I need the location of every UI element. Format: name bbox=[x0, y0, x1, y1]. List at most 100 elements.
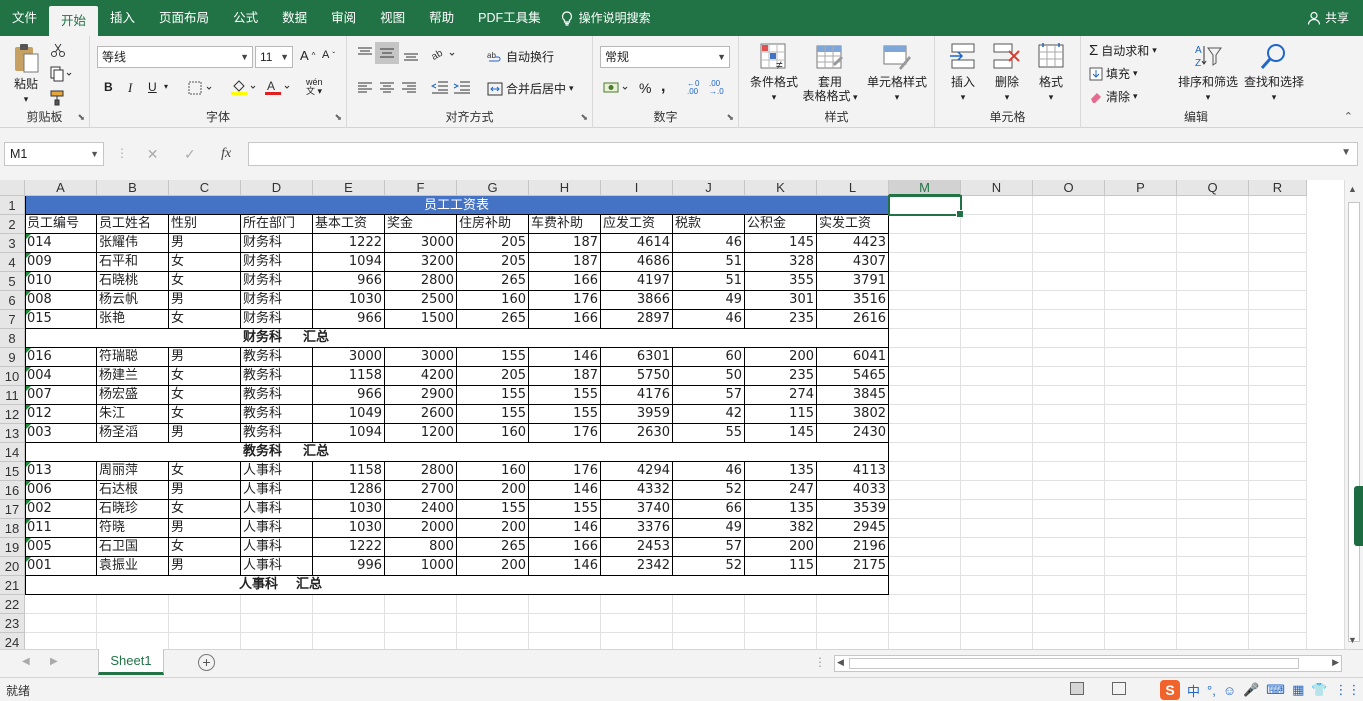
data-cell[interactable]: 007 bbox=[25, 386, 97, 405]
cell[interactable] bbox=[1177, 538, 1249, 557]
row-header-8[interactable]: 8 bbox=[0, 329, 25, 348]
cell[interactable] bbox=[745, 595, 817, 614]
cell[interactable] bbox=[1105, 215, 1177, 234]
cell[interactable] bbox=[889, 386, 961, 405]
column-title-cell[interactable]: 实发工资 bbox=[817, 215, 889, 234]
data-cell[interactable]: 187 bbox=[529, 367, 601, 386]
data-cell[interactable]: 42 bbox=[673, 405, 745, 424]
select-all-corner[interactable] bbox=[0, 180, 25, 196]
data-cell[interactable]: 2000 bbox=[385, 519, 457, 538]
menu-tab-2[interactable]: 插入 bbox=[98, 0, 147, 36]
data-cell[interactable]: 155 bbox=[457, 386, 529, 405]
cell[interactable] bbox=[1033, 633, 1105, 649]
data-cell[interactable]: 155 bbox=[529, 386, 601, 405]
cell[interactable] bbox=[1177, 215, 1249, 234]
format-as-table-button[interactable]: 套用 表格格式 ▾ bbox=[801, 42, 859, 104]
column-header-o[interactable]: O bbox=[1033, 180, 1105, 196]
format-cells-button[interactable]: 格式 ▾ bbox=[1029, 42, 1073, 104]
cell[interactable] bbox=[745, 633, 817, 649]
menu-tab-5[interactable]: 数据 bbox=[270, 0, 319, 36]
cell[interactable] bbox=[889, 519, 961, 538]
data-cell[interactable]: 001 bbox=[25, 557, 97, 576]
scroll-up-icon[interactable]: ▲ bbox=[1348, 184, 1357, 194]
row-header-6[interactable]: 6 bbox=[0, 291, 25, 310]
data-cell[interactable]: 3000 bbox=[313, 348, 385, 367]
data-cell[interactable]: 46 bbox=[673, 310, 745, 329]
data-cell[interactable]: 4307 bbox=[817, 253, 889, 272]
row-header-2[interactable]: 2 bbox=[0, 215, 25, 234]
cell[interactable] bbox=[889, 595, 961, 614]
font-name-dropdown[interactable]: 等线 ▼ bbox=[97, 46, 253, 68]
cell[interactable] bbox=[1105, 291, 1177, 310]
cell[interactable] bbox=[889, 576, 961, 595]
data-cell[interactable]: 51 bbox=[673, 272, 745, 291]
data-cell[interactable]: 2616 bbox=[817, 310, 889, 329]
data-cell[interactable]: 1030 bbox=[313, 519, 385, 538]
data-cell[interactable]: 2630 bbox=[601, 424, 673, 443]
cell[interactable] bbox=[1177, 443, 1249, 462]
align-top-icon[interactable] bbox=[357, 46, 373, 60]
cell[interactable] bbox=[97, 595, 169, 614]
cell[interactable] bbox=[1105, 196, 1177, 215]
cell[interactable] bbox=[961, 386, 1033, 405]
wrap-text-button[interactable]: ab 自动换行 bbox=[487, 48, 554, 65]
cell[interactable] bbox=[961, 519, 1033, 538]
data-cell[interactable]: 石卫国 bbox=[97, 538, 169, 557]
data-cell[interactable]: 3516 bbox=[817, 291, 889, 310]
data-cell[interactable]: 50 bbox=[673, 367, 745, 386]
format-painter-icon[interactable] bbox=[50, 90, 66, 106]
currency-icon[interactable] bbox=[603, 80, 631, 96]
cell[interactable] bbox=[1033, 196, 1105, 215]
cell[interactable] bbox=[1105, 234, 1177, 253]
cell[interactable] bbox=[1033, 500, 1105, 519]
cell[interactable] bbox=[1033, 538, 1105, 557]
data-cell[interactable]: 3000 bbox=[385, 348, 457, 367]
cell[interactable] bbox=[241, 633, 313, 649]
cell[interactable] bbox=[1177, 633, 1249, 649]
cell[interactable] bbox=[529, 633, 601, 649]
scroll-down-icon[interactable]: ▼ bbox=[1348, 635, 1357, 645]
cell[interactable] bbox=[601, 633, 673, 649]
row-header-12[interactable]: 12 bbox=[0, 405, 25, 424]
cell[interactable] bbox=[889, 443, 961, 462]
cell[interactable] bbox=[1105, 386, 1177, 405]
data-cell[interactable]: 人事科 bbox=[241, 462, 313, 481]
data-cell[interactable]: 杨宏盛 bbox=[97, 386, 169, 405]
cell[interactable] bbox=[961, 329, 1033, 348]
data-cell[interactable]: 3539 bbox=[817, 500, 889, 519]
data-cell[interactable]: 人事科 bbox=[241, 538, 313, 557]
row-header-16[interactable]: 16 bbox=[0, 481, 25, 500]
align-bottom-icon[interactable] bbox=[403, 48, 419, 62]
formula-input[interactable]: ▼ bbox=[248, 142, 1358, 166]
data-cell[interactable]: 2196 bbox=[817, 538, 889, 557]
shrink-font-button[interactable]: Aˇ bbox=[322, 49, 335, 61]
cell[interactable] bbox=[457, 595, 529, 614]
data-cell[interactable]: 1049 bbox=[313, 405, 385, 424]
cell[interactable] bbox=[1249, 348, 1307, 367]
cell[interactable] bbox=[817, 614, 889, 633]
cell[interactable] bbox=[889, 557, 961, 576]
data-cell[interactable]: 160 bbox=[457, 424, 529, 443]
cell[interactable] bbox=[889, 405, 961, 424]
ime-icon-6[interactable]: 👕 bbox=[1311, 682, 1327, 698]
data-cell[interactable]: 155 bbox=[529, 500, 601, 519]
row-header-24[interactable]: 24 bbox=[0, 633, 25, 649]
data-cell[interactable]: 265 bbox=[457, 538, 529, 557]
ime-icon-2[interactable]: ☺ bbox=[1223, 683, 1236, 698]
cell[interactable] bbox=[1033, 519, 1105, 538]
tab-scroll-left-icon[interactable]: ◀ bbox=[22, 656, 30, 667]
data-cell[interactable]: 176 bbox=[529, 291, 601, 310]
cell[interactable] bbox=[1249, 614, 1307, 633]
data-cell[interactable]: 274 bbox=[745, 386, 817, 405]
data-cell[interactable]: 012 bbox=[25, 405, 97, 424]
data-cell[interactable]: 49 bbox=[673, 291, 745, 310]
ime-icon-0[interactable]: 中 bbox=[1187, 681, 1200, 700]
cell[interactable] bbox=[817, 595, 889, 614]
chevron-down-icon[interactable]: ▾ bbox=[164, 82, 168, 91]
cell[interactable] bbox=[1249, 196, 1307, 215]
row-header-19[interactable]: 19 bbox=[0, 538, 25, 557]
data-cell[interactable]: 55 bbox=[673, 424, 745, 443]
menu-tab-8[interactable]: 帮助 bbox=[417, 0, 466, 36]
data-cell[interactable]: 966 bbox=[313, 310, 385, 329]
ime-icon-3[interactable]: 🎤 bbox=[1243, 682, 1259, 698]
